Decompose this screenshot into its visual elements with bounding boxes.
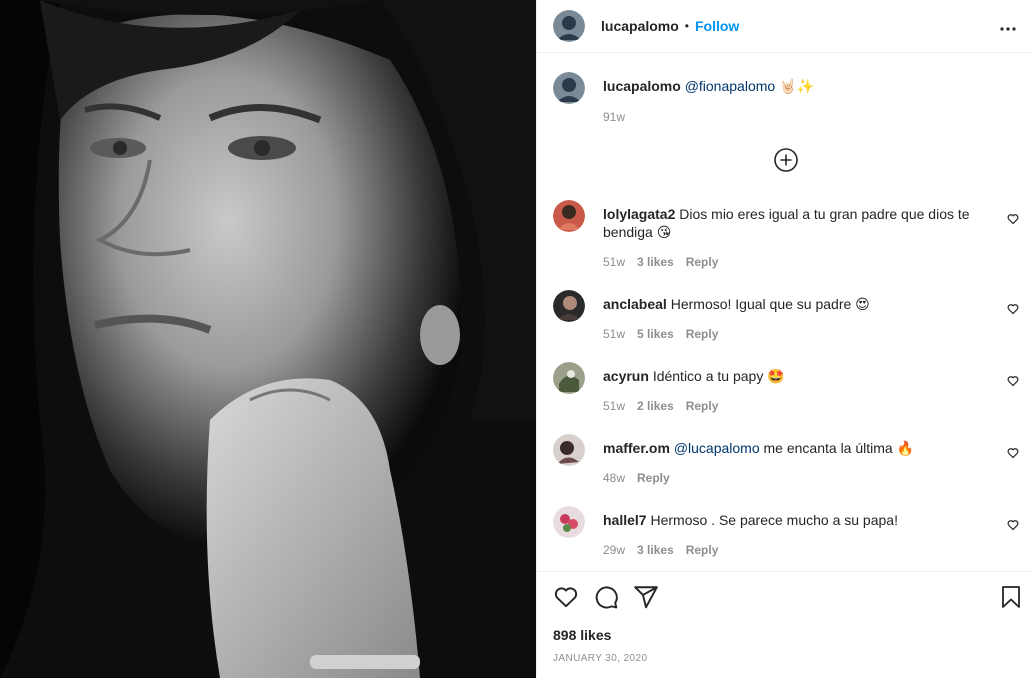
comment-text: me encanta la última 🔥 <box>763 440 915 456</box>
comment-like-icon[interactable] <box>1007 518 1019 534</box>
comment-likes[interactable]: 2 likes <box>637 399 674 413</box>
post-header: lucapalomo • Follow <box>537 0 1032 53</box>
more-options-icon[interactable] <box>1000 18 1016 34</box>
post-photo[interactable] <box>0 0 536 678</box>
bookmark-icon[interactable] <box>999 584 1023 613</box>
caption-mention[interactable]: @fionapalomo <box>685 78 776 94</box>
comment-text: Hermoso! Igual que su padre 😍 <box>670 296 870 312</box>
separator-dot: • <box>684 19 689 33</box>
caption-time[interactable]: 91w <box>603 110 625 124</box>
comment-item: lolylagata2 Dios mio eres igual a tu gra… <box>553 200 1019 271</box>
comment-like-icon[interactable] <box>1007 446 1019 462</box>
commenter-avatar[interactable] <box>553 362 585 394</box>
comment-item: maffer.om @lucapalomo me encanta la últi… <box>553 434 1019 487</box>
commenter-avatar[interactable] <box>553 506 585 538</box>
author-username[interactable]: lucapalomo <box>601 18 679 34</box>
post-caption: lucapalomo @fionapalomo 🤘🏻✨ 91w <box>553 72 1013 126</box>
share-icon[interactable] <box>633 584 659 613</box>
comment-like-icon[interactable] <box>1007 212 1019 228</box>
reply-button[interactable]: Reply <box>686 327 719 341</box>
comment-time[interactable]: 51w <box>603 327 625 341</box>
likes-count[interactable]: 898 likes <box>553 627 611 643</box>
comment-likes[interactable]: 3 likes <box>637 255 674 269</box>
comment-username[interactable]: hallel7 <box>603 512 647 528</box>
comment-like-icon[interactable] <box>1007 302 1019 318</box>
add-comment-icon[interactable] <box>774 148 798 175</box>
comment-text: Idéntico a tu papy 🤩 <box>652 368 785 384</box>
commenter-avatar[interactable] <box>553 434 585 466</box>
caption-username[interactable]: lucapalomo <box>603 78 681 94</box>
comment-text: Hermoso . Se parece mucho a su papa! <box>650 512 898 528</box>
comment-item: anclabeal Hermoso! Igual que su padre 😍 … <box>553 290 1019 343</box>
reply-button[interactable]: Reply <box>637 471 670 485</box>
heart-icon[interactable] <box>553 584 579 613</box>
author-avatar[interactable] <box>553 10 585 42</box>
caption-emoji: 🤘🏻✨ <box>779 78 814 94</box>
comment-username[interactable]: anclabeal <box>603 296 667 312</box>
comment-likes[interactable]: 5 likes <box>637 327 674 341</box>
comment-username[interactable]: lolylagata2 <box>603 206 675 222</box>
reply-button[interactable]: Reply <box>686 255 719 269</box>
comment-mention[interactable]: @lucapalomo <box>674 440 760 456</box>
post-date[interactable]: JANUARY 30, 2020 <box>553 653 647 664</box>
commenter-avatar[interactable] <box>553 290 585 322</box>
comment-likes[interactable]: 3 likes <box>637 543 674 557</box>
comment-icon[interactable] <box>593 584 619 613</box>
comment-time[interactable]: 51w <box>603 255 625 269</box>
comment-like-icon[interactable] <box>1007 374 1019 390</box>
comment-username[interactable]: maffer.om <box>603 440 670 456</box>
comment-username[interactable]: acyrun <box>603 368 649 384</box>
reply-button[interactable]: Reply <box>686 399 719 413</box>
post-actions: 898 likes JANUARY 30, 2020 <box>537 571 1032 678</box>
comment-time[interactable]: 48w <box>603 471 625 485</box>
caption-avatar[interactable] <box>553 72 585 104</box>
comment-item: hallel7 Hermoso . Se parece mucho a su p… <box>553 506 1019 559</box>
comment-time[interactable]: 51w <box>603 399 625 413</box>
comment-time[interactable]: 29w <box>603 543 625 557</box>
comment-item: acyrun Idéntico a tu papy 🤩 51w 2 likes Re… <box>553 362 1019 415</box>
post-details-panel: lucapalomo • Follow lucapalomo @fionapal… <box>536 0 1032 678</box>
reply-button[interactable]: Reply <box>686 543 719 557</box>
portrait-image <box>0 0 536 678</box>
follow-button[interactable]: Follow <box>695 18 739 34</box>
commenter-avatar[interactable] <box>553 200 585 232</box>
